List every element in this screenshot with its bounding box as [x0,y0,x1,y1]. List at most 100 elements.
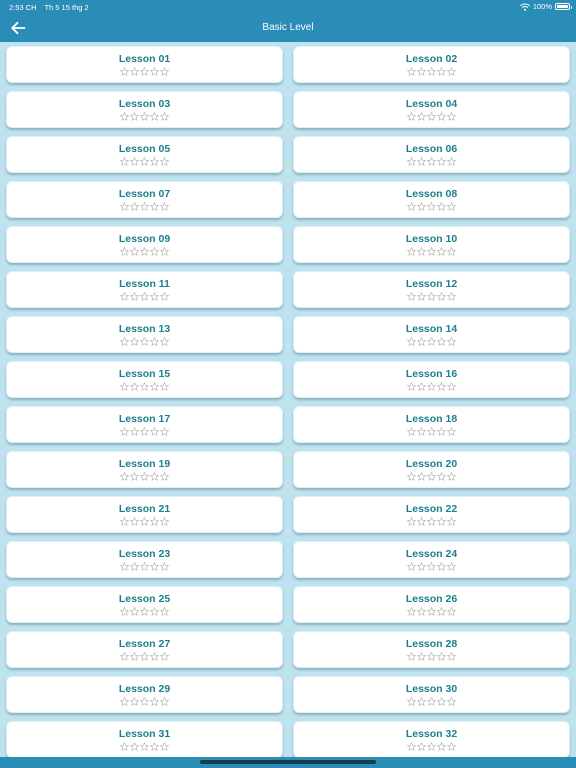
star-rating [7,337,282,346]
star-rating [294,157,569,166]
star-outline-icon [130,337,139,346]
lesson-card[interactable]: Lesson 06 [293,136,570,173]
lesson-card[interactable]: Lesson 14 [293,316,570,353]
lesson-card[interactable]: Lesson 28 [293,631,570,668]
star-outline-icon [120,382,129,391]
lesson-card[interactable]: Lesson 24 [293,541,570,578]
lesson-title: Lesson 13 [118,323,171,335]
lesson-card[interactable]: Lesson 27 [6,631,283,668]
star-outline-icon [130,157,139,166]
lesson-card[interactable]: Lesson 20 [293,451,570,488]
lesson-card[interactable]: Lesson 15 [6,361,283,398]
lesson-title: Lesson 28 [405,638,458,650]
lesson-card[interactable]: Lesson 23 [6,541,283,578]
star-outline-icon [120,472,129,481]
star-outline-icon [427,157,436,166]
lesson-card[interactable]: Lesson 30 [293,676,570,713]
lesson-card[interactable]: Lesson 17 [6,406,283,443]
lesson-card[interactable]: Lesson 29 [6,676,283,713]
star-outline-icon [407,337,416,346]
star-outline-icon [437,112,446,121]
lesson-card[interactable]: Lesson 04 [293,91,570,128]
star-outline-icon [130,562,139,571]
page-title: Basic Level [262,22,314,33]
lesson-card[interactable]: Lesson 09 [6,226,283,263]
star-rating [7,607,282,616]
star-rating [7,427,282,436]
lesson-title: Lesson 32 [405,728,458,740]
lesson-card[interactable]: Lesson 31 [6,721,283,758]
star-rating [7,517,282,526]
star-outline-icon [150,652,159,661]
star-outline-icon [120,562,129,571]
lesson-card[interactable]: Lesson 32 [293,721,570,758]
lesson-card[interactable]: Lesson 19 [6,451,283,488]
star-rating [294,247,569,256]
star-outline-icon [427,607,436,616]
star-outline-icon [417,67,426,76]
star-outline-icon [437,202,446,211]
star-outline-icon [427,247,436,256]
star-outline-icon [160,157,169,166]
star-outline-icon [427,697,436,706]
star-outline-icon [427,292,436,301]
star-outline-icon [447,247,456,256]
lesson-card[interactable]: Lesson 25 [6,586,283,623]
lesson-title: Lesson 25 [118,593,171,605]
star-outline-icon [427,472,436,481]
lesson-title: Lesson 26 [405,593,458,605]
status-left: 2:53 CH Th 5 15 thg 2 [9,3,95,12]
star-outline-icon [130,697,139,706]
lesson-title: Lesson 07 [118,188,171,200]
star-outline-icon [120,112,129,121]
star-outline-icon [417,112,426,121]
star-rating [7,742,282,751]
navigation-bar: Basic Level [0,14,576,42]
star-outline-icon [160,112,169,121]
star-outline-icon [150,562,159,571]
lesson-card[interactable]: Lesson 05 [6,136,283,173]
lesson-title: Lesson 16 [405,368,458,380]
star-outline-icon [437,67,446,76]
lesson-title: Lesson 01 [118,53,171,65]
star-outline-icon [437,382,446,391]
star-rating [7,157,282,166]
star-outline-icon [427,742,436,751]
star-outline-icon [427,202,436,211]
lesson-card[interactable]: Lesson 13 [6,316,283,353]
star-outline-icon [160,292,169,301]
star-outline-icon [447,607,456,616]
lesson-card[interactable]: Lesson 22 [293,496,570,533]
lesson-card[interactable]: Lesson 18 [293,406,570,443]
home-indicator[interactable] [200,760,376,764]
lesson-title: Lesson 05 [118,143,171,155]
star-outline-icon [120,202,129,211]
star-outline-icon [407,247,416,256]
status-date: Th 5 15 thg 2 [44,3,89,12]
lesson-card[interactable]: Lesson 12 [293,271,570,308]
star-outline-icon [437,337,446,346]
star-outline-icon [140,697,149,706]
lesson-card[interactable]: Lesson 03 [6,91,283,128]
star-outline-icon [447,112,456,121]
lesson-card[interactable]: Lesson 16 [293,361,570,398]
lesson-card[interactable]: Lesson 10 [293,226,570,263]
status-time: 2:53 CH [9,3,37,12]
lesson-card[interactable]: Lesson 26 [293,586,570,623]
star-outline-icon [120,742,129,751]
star-outline-icon [447,652,456,661]
star-outline-icon [140,517,149,526]
star-outline-icon [130,112,139,121]
lesson-card[interactable]: Lesson 08 [293,181,570,218]
lesson-card[interactable]: Lesson 21 [6,496,283,533]
lesson-card[interactable]: Lesson 11 [6,271,283,308]
star-outline-icon [447,742,456,751]
star-outline-icon [437,652,446,661]
lesson-title: Lesson 14 [405,323,458,335]
lesson-card[interactable]: Lesson 07 [6,181,283,218]
lesson-card[interactable]: Lesson 02 [293,46,570,83]
star-outline-icon [120,427,129,436]
star-outline-icon [140,337,149,346]
star-outline-icon [437,427,446,436]
lesson-card[interactable]: Lesson 01 [6,46,283,83]
